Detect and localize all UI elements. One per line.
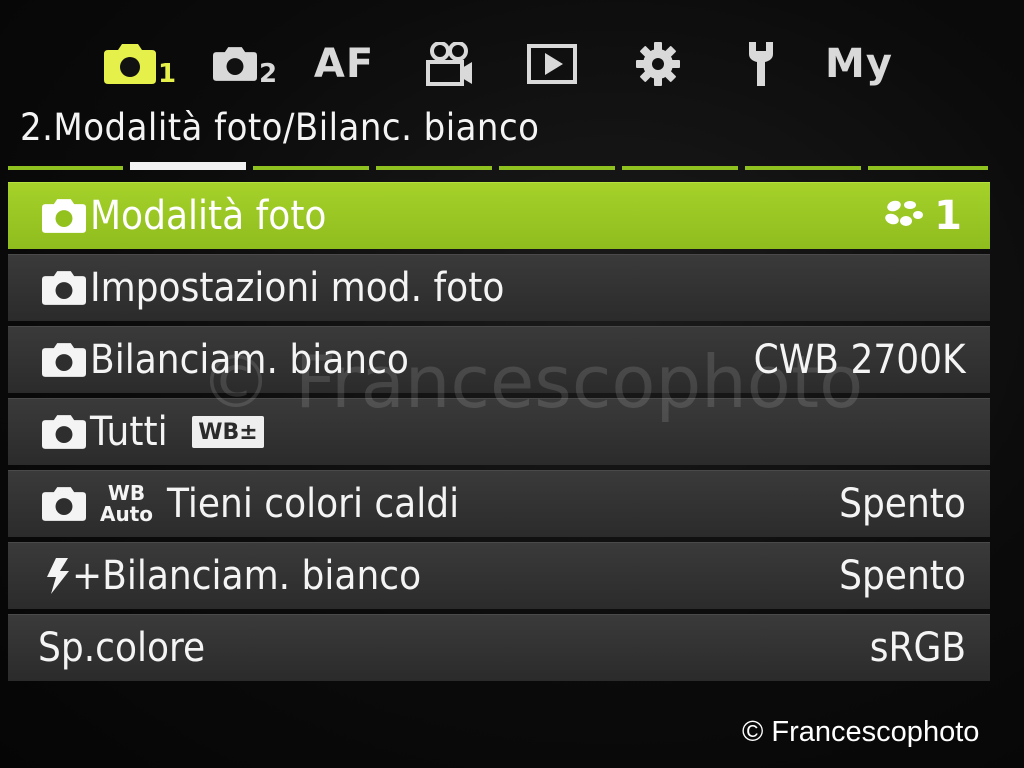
section-title: 2.Modalità foto/Bilanc. bianco <box>20 106 540 149</box>
tab-sub-number: 1 <box>157 59 177 89</box>
tab-sub-number: 2 <box>258 59 278 89</box>
camera-icon <box>212 47 257 81</box>
menu-list: Modalità foto 1 Impostazioni mod. foto B… <box>8 182 990 686</box>
menu-item-value: 1 <box>882 193 962 239</box>
camera-icon <box>42 487 86 521</box>
wrench-icon <box>745 40 777 88</box>
menu-item-label: Impostazioni mod. foto <box>90 265 505 311</box>
tab-af-label: AF <box>313 41 375 87</box>
wb-auto-top: WB <box>107 481 146 505</box>
menu-item-label: Bilanciam. bianco <box>90 337 409 383</box>
picture-mode-number: 1 <box>934 193 962 239</box>
play-icon <box>527 44 577 84</box>
video-camera-icon <box>426 42 474 86</box>
camera-icon <box>42 343 86 377</box>
menu-item-modalita-foto[interactable]: Modalità foto 1 <box>8 182 990 249</box>
menu-item-flash-bilanciam-bianco[interactable]: +Bilanciam. bianco Spento <box>8 542 990 609</box>
menu-tab-bar: 1 2 AF My <box>100 34 900 98</box>
menu-item-tieni-colori-caldi[interactable]: WB Auto Tieni colori caldi Spento <box>8 470 990 537</box>
page-segment <box>868 166 988 170</box>
camera-icon <box>103 44 156 84</box>
menu-item-bilanciam-bianco[interactable]: Bilanciam. bianco CWB 2700K <box>8 326 990 393</box>
menu-item-label: Tieni colori caldi <box>167 481 460 527</box>
tab-shooting-1[interactable]: 1 <box>100 34 180 94</box>
camera-icon <box>42 199 86 233</box>
menu-item-impostazioni-mod-foto[interactable]: Impostazioni mod. foto <box>8 254 990 321</box>
tab-shooting-2[interactable]: 2 <box>210 34 280 94</box>
gear-icon <box>635 41 681 87</box>
page-segment <box>253 166 369 170</box>
menu-item-tutti-wb[interactable]: Tutti WB± <box>8 398 990 465</box>
picture-mode-icon <box>882 197 926 235</box>
menu-item-value: Spento <box>839 553 966 599</box>
menu-item-label: +Bilanciam. bianco <box>72 553 422 599</box>
page-segment <box>499 166 615 170</box>
page-indicator <box>8 162 988 172</box>
menu-item-value: Spento <box>839 481 966 527</box>
wb-auto-bottom: Auto <box>100 502 154 526</box>
camera-menu-screen: 1 2 AF My 2.Modalità foto/Bilanc. bianco… <box>0 0 1000 700</box>
tab-my-label: My <box>825 41 893 87</box>
tab-my-menu[interactable]: My <box>824 34 894 94</box>
page-segment <box>8 166 123 170</box>
menu-item-label: Tutti <box>90 409 168 455</box>
menu-item-label: Sp.colore <box>38 625 206 671</box>
photo-credit: © Francescophoto <box>742 716 980 748</box>
menu-item-label: Modalità foto <box>90 193 327 239</box>
camera-icon <box>42 415 86 449</box>
page-segment <box>622 166 738 170</box>
page-segment-active <box>130 162 246 170</box>
tab-playback[interactable] <box>524 34 580 94</box>
flash-icon <box>46 558 70 594</box>
camera-icon <box>42 271 86 305</box>
page-segment <box>745 166 861 170</box>
menu-item-value: CWB 2700K <box>753 337 966 383</box>
page-segment <box>376 166 492 170</box>
tab-settings[interactable] <box>630 34 686 94</box>
wb-auto-badge: WB Auto <box>100 483 153 525</box>
menu-item-spazio-colore[interactable]: Sp.colore sRGB <box>8 614 990 681</box>
menu-item-value: sRGB <box>869 625 966 671</box>
wb-compensation-badge: WB± <box>192 416 264 448</box>
tab-af[interactable]: AF <box>314 34 374 94</box>
tab-custom[interactable] <box>736 34 786 94</box>
tab-video[interactable] <box>422 34 478 94</box>
